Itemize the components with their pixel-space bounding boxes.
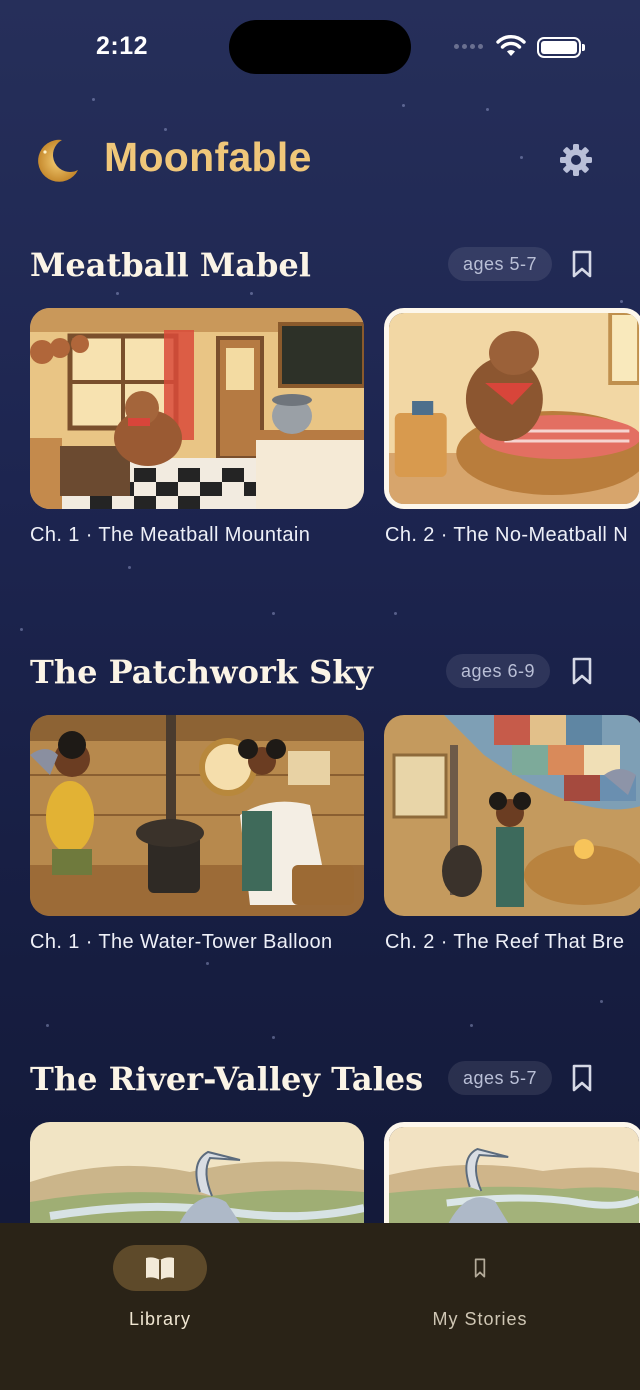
crescent-moon-icon xyxy=(38,139,78,182)
tab-my-stories[interactable]: My Stories xyxy=(380,1245,580,1335)
bookmark-icon[interactable] xyxy=(569,1063,595,1093)
age-badge: ages 6-9 xyxy=(446,654,551,688)
bed-basket-illustration xyxy=(389,313,639,504)
gear-icon[interactable] xyxy=(558,142,594,178)
tab-library[interactable]: Library xyxy=(60,1245,260,1335)
bookmark-icon[interactable] xyxy=(569,249,595,279)
app-title: Moonfable xyxy=(104,134,312,180)
chapter-caption: Ch. 2 · The No-Meatball N xyxy=(385,524,629,546)
status-time: 2:12 xyxy=(96,32,149,60)
tab-bar: Library My Stories xyxy=(0,1223,640,1390)
kitchen-illustration xyxy=(30,308,364,509)
chapter-caption: Ch. 1 · The Meatball Mountain xyxy=(30,524,311,546)
bookmark-icon[interactable] xyxy=(569,656,595,686)
open-book-icon xyxy=(146,1257,174,1280)
chapter-card-water-tower[interactable] xyxy=(30,715,364,916)
chapter-caption: Ch. 2 · The Reef That Bre xyxy=(385,931,625,953)
section-title: The River-Valley Tales xyxy=(30,1060,424,1098)
battery-icon xyxy=(537,37,585,58)
bookmark-icon xyxy=(474,1258,486,1278)
status-bar: 2:12 xyxy=(0,0,640,90)
tab-label: Library xyxy=(128,1309,192,1329)
section-title: The Patchwork Sky xyxy=(30,653,373,691)
wifi-icon xyxy=(496,35,526,56)
chapter-caption: Ch. 1 · The Water-Tower Balloon xyxy=(30,931,333,953)
chapter-card-reef[interactable] xyxy=(384,715,640,916)
patchwork-balloon-illustration xyxy=(384,715,640,916)
chapter-card-basket[interactable] xyxy=(384,308,640,509)
section-title: Meatball Mabel xyxy=(30,246,311,284)
cellular-signal-icon xyxy=(454,44,483,49)
water-tower-illustration xyxy=(30,715,364,916)
dynamic-island xyxy=(229,20,411,74)
age-badge: ages 5-7 xyxy=(448,247,553,281)
chapter-card-kitchen[interactable] xyxy=(30,308,364,509)
age-badge: ages 5-7 xyxy=(448,1061,553,1095)
tab-label: My Stories xyxy=(432,1309,528,1329)
